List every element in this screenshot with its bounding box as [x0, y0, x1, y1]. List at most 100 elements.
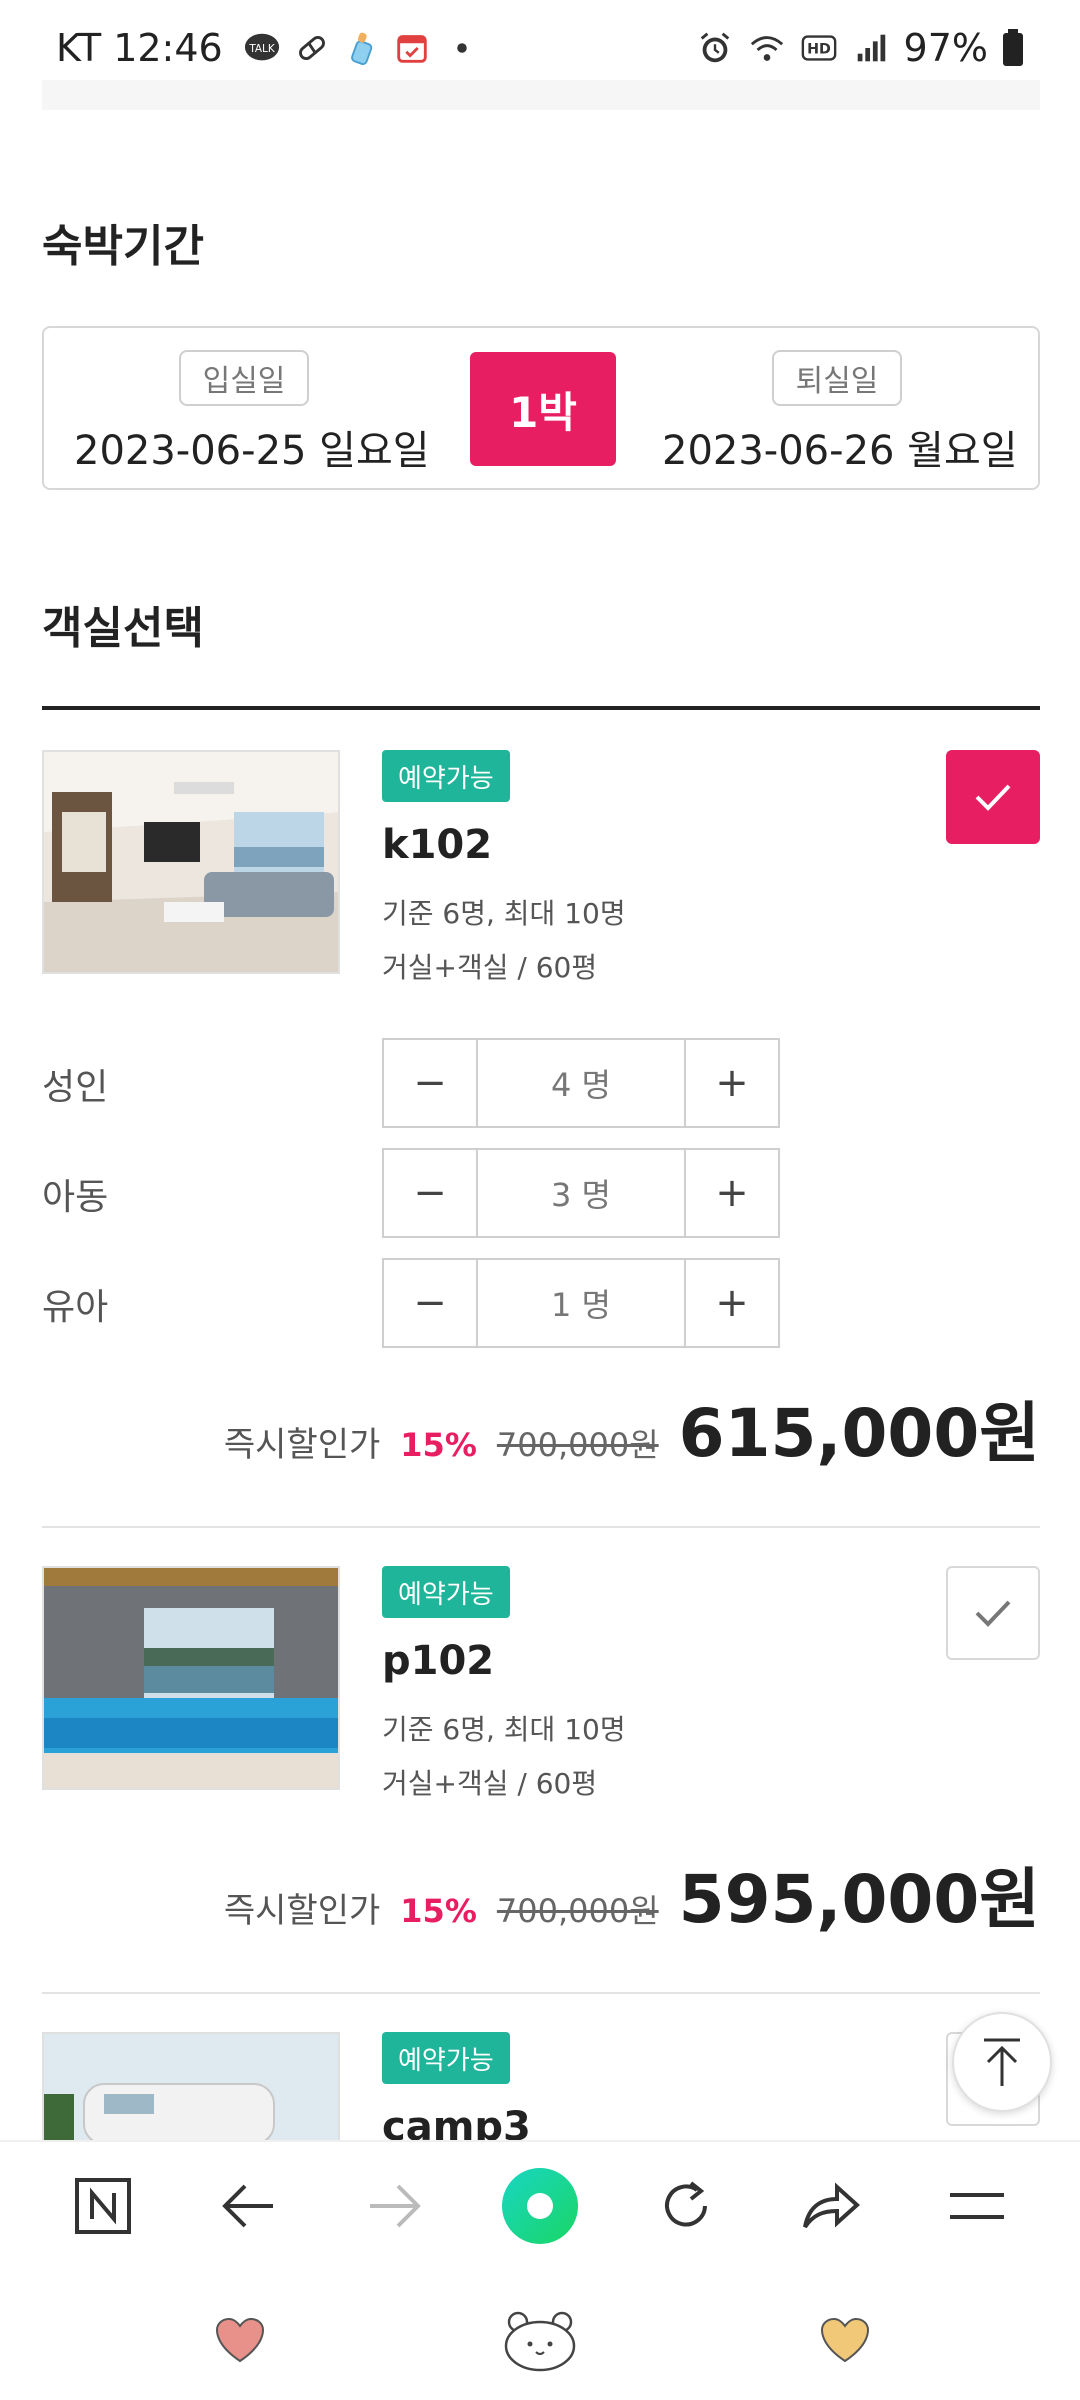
- pill-icon: [298, 35, 325, 61]
- yellow-heart-icon: [820, 2317, 870, 2363]
- price-label: 즉시할인가: [223, 1425, 381, 1465]
- stay-period-title: 숙박기간: [42, 221, 204, 272]
- room-name: camp3: [382, 2104, 531, 2140]
- date-range-box[interactable]: 입실일 2023-06-25 일요일 1박 퇴실일 2023-06-26 월요일: [42, 326, 1040, 490]
- room-status-badge: 예약가능: [382, 2032, 510, 2084]
- room-status-badge: 예약가능: [382, 750, 510, 802]
- bear-home-button[interactable]: [500, 2300, 580, 2380]
- notification-icons: TALK: [243, 29, 481, 67]
- check-icon: [975, 784, 1011, 811]
- room-select-title: 객실선택: [42, 603, 204, 654]
- guest-row-child: 아동 − 3 명 +: [42, 1148, 1040, 1238]
- room-status-badge: 예약가능: [382, 1566, 510, 1618]
- clock-time: 12:46: [113, 26, 223, 70]
- price-row: 즉시할인가 15% 700,000원 595,000원: [224, 1846, 1040, 1942]
- room-photo-pool[interactable]: [42, 1566, 340, 1790]
- increment-button[interactable]: +: [686, 1150, 778, 1236]
- stepper-value: 3 명: [476, 1150, 686, 1236]
- naver-home-icon: [74, 2178, 131, 2234]
- room-list-top-rule: [42, 706, 1040, 710]
- child-stepper[interactable]: − 3 명 +: [382, 1148, 780, 1238]
- living-room-image: [44, 752, 338, 972]
- green-dot-button[interactable]: [480, 2146, 600, 2266]
- price-row: 즉시할인가 15% 700,000원 615,000원: [224, 1380, 1040, 1476]
- checkin-column[interactable]: 입실일 2023-06-25 일요일: [74, 350, 430, 476]
- discount-rate: 15%: [400, 1892, 477, 1930]
- checkout-date: 2023-06-26 월요일: [662, 428, 1018, 474]
- nights-badge: 1박: [470, 352, 616, 466]
- room-card[interactable]: 예약가능 k102 기준 6명, 최대 10명 거실+객실 / 60평: [42, 750, 1040, 984]
- room-type: 거실+객실 / 60평: [382, 951, 598, 984]
- stepper-value: 4 명: [476, 1040, 686, 1126]
- green-dot-icon: [501, 2168, 578, 2244]
- check-icon: [975, 1600, 1011, 1627]
- room-divider: [42, 1992, 1040, 1994]
- carrier-label: KT: [56, 26, 102, 70]
- menu-icon: [950, 2193, 1005, 2219]
- room-photo-living[interactable]: [42, 750, 340, 974]
- share-icon: [803, 2182, 861, 2229]
- scroll-top-button[interactable]: [952, 2012, 1052, 2112]
- alarm-icon: [700, 32, 729, 63]
- infant-stepper[interactable]: − 1 명 +: [382, 1258, 780, 1348]
- menu-button[interactable]: [917, 2146, 1037, 2266]
- pool-room-image: [44, 1568, 338, 1788]
- checkin-label: 입실일: [178, 350, 310, 406]
- back-button[interactable]: [189, 2146, 309, 2266]
- arrow-up-icon: [984, 2038, 1020, 2086]
- stepper-value: 1 명: [476, 1260, 686, 1346]
- signal-icon: [857, 34, 885, 62]
- checkout-label: 퇴실일: [771, 350, 903, 406]
- top-divider-strip: [42, 80, 1040, 110]
- right-heart-button[interactable]: [805, 2300, 885, 2380]
- browser-bottom-nav: [0, 2140, 1080, 2270]
- battery-percent: 97%: [903, 26, 988, 70]
- svg-text:HD: HD: [807, 42, 831, 58]
- naver-home-button[interactable]: [43, 2146, 163, 2266]
- hd-icon: HD: [801, 35, 836, 61]
- room-select-checkbox[interactable]: [946, 750, 1040, 844]
- forward-button[interactable]: [334, 2146, 454, 2266]
- status-bar-left: KT 12:46 TALK: [56, 26, 481, 70]
- decrement-button[interactable]: −: [384, 1040, 476, 1126]
- checkin-date: 2023-06-25 일요일: [74, 428, 430, 474]
- status-bar-right: HD 97%: [696, 26, 1024, 70]
- increment-button[interactable]: +: [686, 1260, 778, 1346]
- checkout-column[interactable]: 퇴실일 2023-06-26 월요일: [662, 350, 1018, 476]
- room-name: p102: [382, 1638, 495, 1684]
- decrement-button[interactable]: −: [384, 1260, 476, 1346]
- price-label: 즉시할인가: [223, 1891, 381, 1931]
- battery-icon: [1003, 29, 1023, 66]
- final-price: 595,000원: [678, 1861, 1040, 1938]
- room-capacity: 기준 6명, 최대 10명: [382, 1713, 626, 1746]
- decrement-button[interactable]: −: [384, 1150, 476, 1236]
- final-price: 615,000원: [678, 1395, 1040, 1472]
- pink-heart-icon: [215, 2317, 265, 2363]
- refresh-icon: [664, 2181, 707, 2227]
- refresh-button[interactable]: [626, 2146, 746, 2266]
- back-icon: [221, 2184, 273, 2228]
- camp-room-image: [44, 2034, 338, 2140]
- wifi-icon: [750, 36, 783, 61]
- share-button[interactable]: [771, 2146, 891, 2266]
- left-heart-button[interactable]: [200, 2300, 280, 2380]
- system-bar: [0, 2270, 1080, 2400]
- room-divider: [42, 1526, 1040, 1528]
- dot-icon: [456, 43, 467, 53]
- room-card[interactable]: 예약가능 camp3: [42, 2032, 1040, 2140]
- guest-row-adult: 성인 − 4 명 +: [42, 1038, 1040, 1128]
- svg-text:TALK: TALK: [248, 43, 276, 55]
- guest-label: 성인: [42, 1067, 109, 1108]
- bear-face-icon: [504, 2311, 576, 2372]
- adult-stepper[interactable]: − 4 명 +: [382, 1038, 780, 1128]
- increment-button[interactable]: +: [686, 1040, 778, 1126]
- talk-icon: TALK: [244, 33, 279, 61]
- guest-label: 아동: [42, 1177, 109, 1218]
- room-select-checkbox[interactable]: [946, 1566, 1040, 1660]
- original-price: 700,000원: [496, 1892, 659, 1930]
- room-card[interactable]: 예약가능 p102 기준 6명, 최대 10명 거실+객실 / 60평: [42, 1566, 1040, 1800]
- room-photo-camp[interactable]: [42, 2032, 340, 2140]
- room-capacity: 기준 6명, 최대 10명: [382, 897, 626, 930]
- discount-rate: 15%: [400, 1426, 477, 1464]
- room-type: 거실+객실 / 60평: [382, 1767, 598, 1800]
